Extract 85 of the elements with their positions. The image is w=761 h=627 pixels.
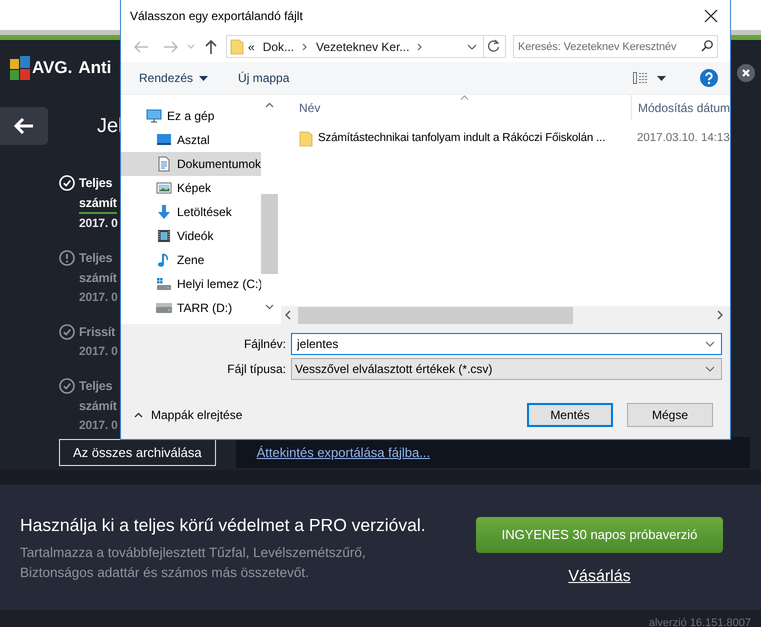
report-title: számít <box>79 399 117 413</box>
file-date: 2017.03.10. 14:13 <box>637 131 730 146</box>
chevron-icon <box>417 42 424 50</box>
report-date: 2017. 0 <box>79 417 118 434</box>
version-text: alverzió 16.151.8007 <box>648 617 751 627</box>
promo-description: Tartalmazza a továbbfejlesztett Tűzfal, Levélszemétszűrő, Biztonságos adattár és számos más összetevőt. <box>20 544 367 582</box>
nav-item[interactable]: Képek <box>121 176 261 200</box>
caret-icon <box>199 76 208 80</box>
report-title: Teljes <box>79 379 112 393</box>
folder-icon <box>299 131 313 147</box>
close-icon[interactable] <box>737 64 755 82</box>
report-title: Teljes <box>79 251 112 265</box>
report-date: 2017. 0 <box>79 215 118 232</box>
search-icon <box>701 40 713 52</box>
caret-up-icon <box>134 412 143 418</box>
dropdown-icon <box>705 366 715 372</box>
warning-icon <box>59 250 75 266</box>
address-bar[interactable]: « Dok... Vezeteknev Ker... <box>226 35 506 58</box>
report-date: 2017. 0 <box>79 289 118 306</box>
filename-field[interactable]: jelentes <box>291 333 722 355</box>
scrollbar-thumb[interactable] <box>261 194 278 274</box>
check-icon <box>59 324 75 340</box>
nav-item[interactable]: TARR (D:) <box>121 296 261 320</box>
new-folder-button[interactable]: Új mappa <box>238 69 290 87</box>
file-name[interactable]: Számítástechnikai tanfolyam indult a Rákóczi Főiskolán ... <box>318 130 606 148</box>
check-icon <box>59 175 75 191</box>
folder-icon <box>230 38 244 54</box>
logo-icon <box>10 56 30 80</box>
window-title: Válasszon egy exportálandó fájlt <box>130 8 304 24</box>
back-arrow-icon <box>14 118 34 134</box>
cancel-button[interactable]: Mégse <box>627 403 713 427</box>
report-item[interactable]: Frissít 2017. 0 <box>0 322 121 360</box>
report-date: 2017. 0 <box>79 343 118 360</box>
help-icon[interactable] <box>700 69 718 87</box>
logo-text: AVG. <box>32 56 72 79</box>
computer-icon <box>146 108 162 124</box>
scroll-down-icon[interactable] <box>265 304 274 310</box>
breadcrumb-item[interactable]: Dok... <box>262 38 294 56</box>
nav-item[interactable]: Ez a gép <box>121 104 261 128</box>
document-icon <box>156 156 172 172</box>
caret-icon[interactable] <box>657 76 666 80</box>
scrollbar-thumb[interactable] <box>298 306 573 324</box>
hide-folders-button[interactable]: Mappák elrejtése <box>134 406 242 424</box>
column-header[interactable]: Módosítás dátum <box>638 98 730 116</box>
report-title: számít <box>79 271 117 285</box>
export-link[interactable]: Áttekintés exportálása fájlba... <box>256 442 430 462</box>
organize-menu[interactable]: Rendezés <box>139 69 208 87</box>
sort-icon <box>460 95 470 100</box>
drive-icon <box>156 276 172 292</box>
desktop-icon <box>156 132 172 148</box>
overflow-chevron[interactable]: « <box>248 38 255 56</box>
report-item[interactable]: Teljes számít 2017. 0 <box>0 173 121 232</box>
app-title: Anti <box>78 56 112 79</box>
buy-link[interactable]: Vásárlás <box>568 564 631 588</box>
chevron-icon <box>302 42 308 50</box>
nav-item[interactable]: Videók <box>121 224 261 248</box>
nav-item[interactable]: Asztal <box>121 128 261 152</box>
nav-item[interactable]: Zene <box>121 248 261 272</box>
promo-heading: Használja ki a teljes körű védelmet a PRO verzióval. <box>20 514 427 538</box>
report-title: Frissít <box>79 325 116 339</box>
report-item[interactable]: Teljes számít 2017. 0 <box>0 376 121 434</box>
dropdown-icon <box>705 341 715 347</box>
back-button[interactable] <box>0 107 48 145</box>
check-icon <box>59 378 75 394</box>
view-icon[interactable] <box>633 72 647 84</box>
nav-item[interactable]: Dokumentumok <box>121 152 261 176</box>
file-type-select[interactable]: Vesszővel elválasztott értékek (*.csv) <box>291 358 722 380</box>
close-icon[interactable] <box>704 8 718 22</box>
dropdown-icon[interactable] <box>467 44 477 50</box>
nav-item[interactable]: Letöltések <box>121 200 261 224</box>
field-label: Fájl típusa: <box>226 361 287 378</box>
column-header[interactable]: Név <box>299 98 320 116</box>
field-label: Fájlnév: <box>242 336 287 353</box>
picture-icon <box>156 180 172 196</box>
drive-icon <box>156 300 172 316</box>
save-button[interactable]: Mentés <box>527 403 613 427</box>
film-icon <box>156 228 172 244</box>
scroll-up-icon[interactable] <box>265 102 274 108</box>
report-title: számít <box>79 194 117 214</box>
report-title: Teljes <box>79 176 112 190</box>
up-icon[interactable] <box>204 38 218 54</box>
download-icon <box>156 204 172 220</box>
search-field[interactable]: Keresés: Vezeteknev Keresztnév <box>513 35 718 58</box>
breadcrumb-item[interactable]: Vezeteknev Ker... <box>316 38 410 56</box>
report-item[interactable]: Teljes számít 2017. 0 <box>0 248 121 306</box>
